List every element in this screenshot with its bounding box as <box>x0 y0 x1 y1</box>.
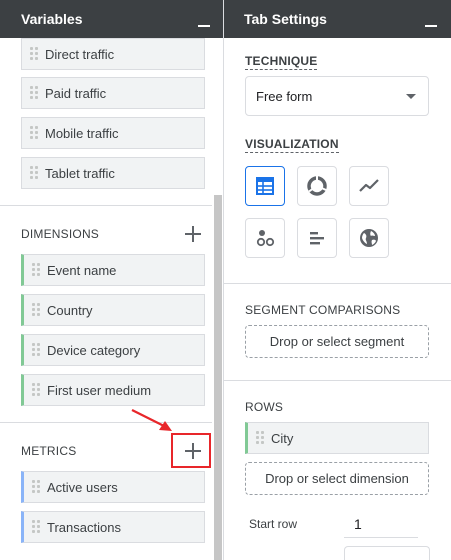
variables-panel-title: Variables <box>21 11 83 27</box>
segment-chip-tablet-traffic[interactable]: Tablet traffic <box>21 157 205 189</box>
metrics-label: METRICS <box>21 444 77 458</box>
tab-settings-panel: Tab Settings TECHNIQUE Free form VISUALI… <box>224 0 451 560</box>
donut-visualization-button[interactable] <box>297 166 337 206</box>
bar-chart-icon <box>310 232 324 245</box>
scrollbar-thumb[interactable] <box>214 195 222 560</box>
divider <box>0 422 212 423</box>
segment-comparisons-label: SEGMENT COMPARISONS <box>245 303 401 317</box>
metric-label: Transactions <box>47 519 121 535</box>
tab-settings-title: Tab Settings <box>244 11 327 27</box>
dimension-label: Event name <box>47 262 117 278</box>
dimension-drop-zone[interactable]: Drop or select dimension <box>245 462 429 495</box>
table-icon <box>256 177 274 195</box>
scatter-plot-icon <box>256 230 275 247</box>
drag-handle-icon <box>32 263 40 277</box>
segment-label: Paid traffic <box>45 85 107 101</box>
show-rows-select[interactable] <box>344 546 430 560</box>
segment-drop-zone[interactable]: Drop or select segment <box>245 325 429 358</box>
dimension-chip-event-name[interactable]: Event name <box>21 254 205 286</box>
table-visualization-button[interactable] <box>245 166 285 206</box>
line-chart-icon <box>359 179 379 192</box>
minimize-variables-button[interactable] <box>198 15 210 27</box>
drag-handle-icon <box>32 383 40 397</box>
drag-handle-icon <box>30 126 38 140</box>
divider <box>0 205 212 206</box>
variables-panel: Variables Direct traffic Paid traffic Mo… <box>0 0 224 560</box>
start-row-input[interactable]: 1 <box>344 510 418 538</box>
divider <box>224 283 451 284</box>
variables-panel-header: Variables <box>0 0 223 38</box>
add-dimension-button[interactable] <box>185 226 201 242</box>
visualization-label: VISUALIZATION <box>245 137 339 153</box>
segment-chip-mobile-traffic[interactable]: Mobile traffic <box>21 117 205 149</box>
metric-chip-active-users[interactable]: Active users <box>21 471 205 503</box>
minimize-tab-settings-button[interactable] <box>425 15 437 27</box>
donut-chart-icon <box>307 176 327 196</box>
segment-label: Tablet traffic <box>45 165 115 181</box>
drag-handle-icon <box>32 480 40 494</box>
drag-handle-icon <box>32 343 40 357</box>
dimensions-label: DIMENSIONS <box>21 227 100 241</box>
dimension-drop-label: Drop or select dimension <box>265 471 409 486</box>
geo-map-visualization-button[interactable] <box>349 218 389 258</box>
row-label: City <box>271 430 294 446</box>
rows-label: ROWS <box>245 400 284 414</box>
segment-label: Mobile traffic <box>45 125 119 141</box>
drag-handle-icon <box>256 431 264 445</box>
start-row-label: Start row <box>249 517 298 531</box>
dimension-label: Device category <box>47 342 141 358</box>
segment-chip-direct-traffic[interactable]: Direct traffic <box>21 38 205 70</box>
divider <box>224 380 451 381</box>
dimension-label: Country <box>47 302 93 318</box>
dimension-label: First user medium <box>47 382 152 398</box>
segment-label: Direct traffic <box>45 46 115 62</box>
annotation-highlight-box <box>171 433 211 468</box>
drag-handle-icon <box>32 303 40 317</box>
scatter-visualization-button[interactable] <box>245 218 285 258</box>
row-chip-city[interactable]: City <box>245 422 429 454</box>
dimension-chip-country[interactable]: Country <box>21 294 205 326</box>
drag-handle-icon <box>32 520 40 534</box>
bar-visualization-button[interactable] <box>297 218 337 258</box>
annotation-arrow-icon <box>131 409 172 431</box>
globe-icon <box>360 229 378 247</box>
metric-chip-transactions[interactable]: Transactions <box>21 511 205 543</box>
technique-select[interactable]: Free form <box>245 76 429 116</box>
technique-label: TECHNIQUE <box>245 54 318 70</box>
segment-drop-label: Drop or select segment <box>269 334 405 349</box>
drag-handle-icon <box>30 166 38 180</box>
technique-value: Free form <box>256 88 313 104</box>
tab-settings-header: Tab Settings <box>224 0 451 38</box>
drag-handle-icon <box>30 86 38 100</box>
dimension-chip-first-user-medium[interactable]: First user medium <box>21 374 205 406</box>
line-chart-visualization-button[interactable] <box>349 166 389 206</box>
metric-label: Active users <box>47 479 118 495</box>
segment-chip-paid-traffic[interactable]: Paid traffic <box>21 77 205 109</box>
dropdown-caret-icon <box>406 94 416 99</box>
drag-handle-icon <box>30 47 38 61</box>
dimension-chip-device-category[interactable]: Device category <box>21 334 205 366</box>
